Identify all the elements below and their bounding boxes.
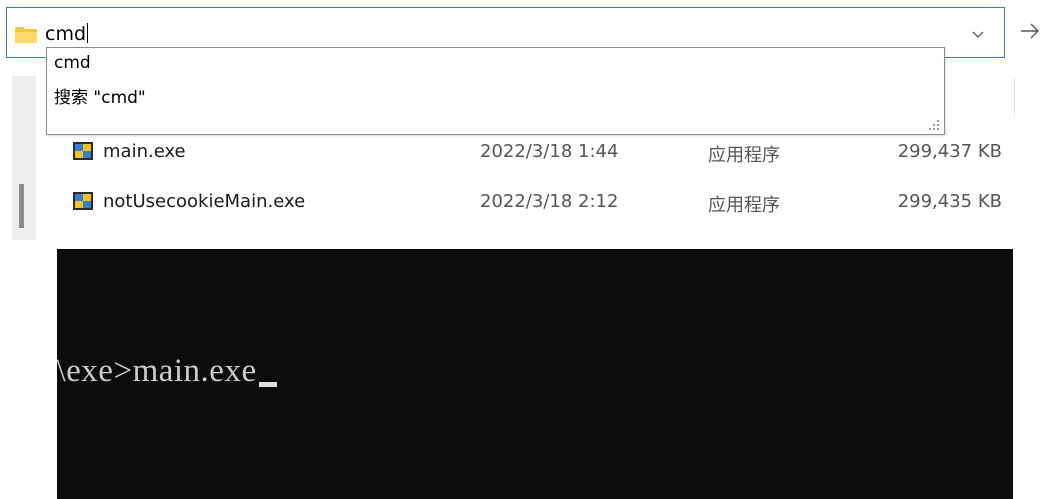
file-row[interactable]: notUsecookieMain.exe 2022/3/18 2:12 应用程序… (70, 187, 1010, 217)
file-size: 299,437 KB (897, 141, 1002, 162)
file-type: 应用程序 (708, 145, 780, 166)
exe-icon (73, 192, 93, 210)
autocomplete-item-search[interactable]: 搜索 "cmd" (54, 83, 146, 108)
console-text: )\exe>main.exe (57, 353, 257, 389)
console-window[interactable]: )\exe>main.exe (57, 249, 1013, 499)
text-caret (87, 23, 89, 43)
address-value: cmd (45, 23, 87, 45)
autocomplete-dropdown: cmd 搜索 "cmd" (46, 47, 945, 135)
column-divider (1014, 78, 1015, 116)
autocomplete-item[interactable]: cmd (54, 53, 91, 73)
file-explorer: cmd cmd 搜索 "cmd" main.exe 2022/3/18 1:44… (0, 0, 1058, 240)
console-prompt-line: )\exe>main.exe (57, 353, 277, 390)
scrollbar[interactable] (12, 76, 36, 240)
scrollbar-thumb[interactable] (19, 184, 24, 228)
exe-icon (73, 142, 93, 160)
file-date: 2022/3/18 1:44 (480, 141, 619, 162)
console-cursor (258, 382, 277, 387)
file-row[interactable]: main.exe 2022/3/18 1:44 应用程序 299,437 KB (70, 137, 1010, 167)
file-name: main.exe (103, 141, 186, 162)
file-type: 应用程序 (708, 195, 780, 216)
folder-icon (15, 27, 37, 43)
file-size: 299,435 KB (897, 191, 1002, 212)
arrow-right-icon[interactable] (1017, 18, 1043, 44)
file-date: 2022/3/18 2:12 (480, 191, 619, 212)
file-name: notUsecookieMain.exe (103, 191, 306, 212)
chevron-down-icon[interactable] (969, 25, 987, 43)
resize-grip-icon[interactable] (928, 119, 940, 131)
address-input[interactable]: cmd (45, 23, 89, 45)
